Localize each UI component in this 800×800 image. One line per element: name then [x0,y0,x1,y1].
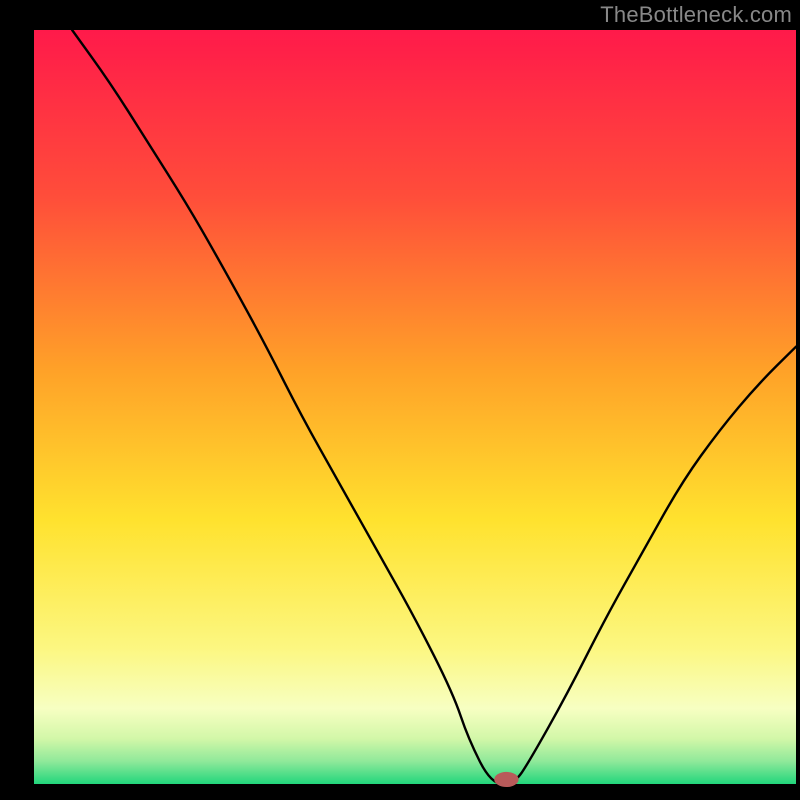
chart-container: TheBottleneck.com [0,0,800,800]
minimum-marker [494,772,518,787]
bottleneck-chart [0,0,800,800]
